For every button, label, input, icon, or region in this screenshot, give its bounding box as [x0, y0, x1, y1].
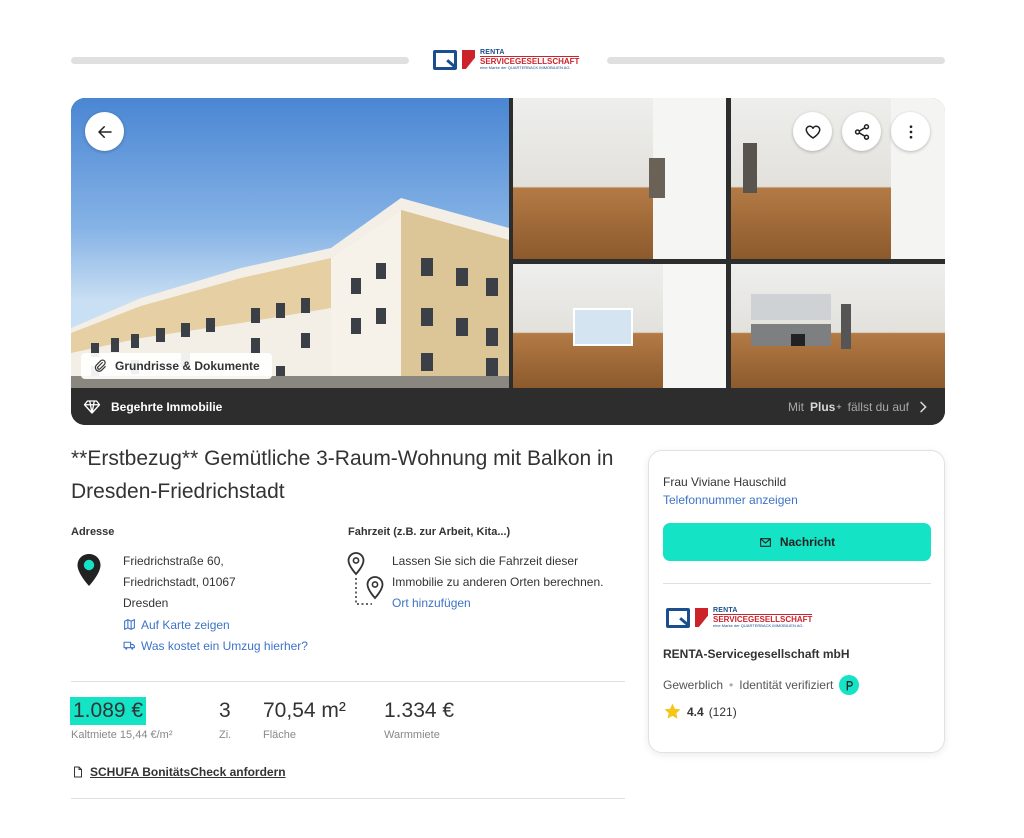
location-pin-icon	[77, 554, 101, 586]
schufa-check-link-label: SCHUFA BonitätsCheck anfordern	[90, 765, 286, 779]
header-placeholder-bar-left	[71, 57, 409, 64]
company-logo-q-icon	[666, 607, 690, 628]
photo-room-3[interactable]	[513, 264, 726, 388]
divider-top	[71, 681, 625, 682]
verified-badge-icon	[839, 675, 860, 695]
message-button-label: Nachricht	[779, 535, 836, 549]
more-vertical-icon	[909, 124, 912, 139]
commute-block: Lassen Sie sich die Fahrzeit dieser Immo…	[392, 551, 603, 614]
plus-brand: Plus	[810, 399, 836, 414]
floorplans-documents-label: Grundrisse & Dokumente	[115, 359, 260, 373]
photo-gallery[interactable]: Grundrisse & Dokumente Begehrte Immobili…	[71, 98, 945, 425]
commute-route-icon	[347, 552, 384, 605]
rooms-label: Zi.	[219, 729, 232, 741]
address-heading: Adresse	[71, 526, 115, 538]
heart-icon	[805, 124, 820, 139]
share-button[interactable]	[842, 112, 881, 151]
rooms-block: 3 Zi.	[219, 697, 231, 741]
logo-text-line1: RENTA	[480, 49, 505, 56]
main-photo-building[interactable]	[71, 98, 509, 388]
premium-badge-bar: Begehrte Immobilie Mit Plus + fällst du a…	[71, 388, 945, 425]
company-logo-flag-icon	[695, 608, 708, 627]
contact-card: Frau Viviane Hauschild Telefonnummer anz…	[648, 450, 945, 753]
renta-logo[interactable]: RENTA SERVICEGESELLSCHAFT eine Marke der…	[433, 49, 580, 70]
contact-name: Frau Viviane Hauschild	[663, 475, 787, 489]
warm-rent-label: Warmmiete	[384, 729, 440, 741]
cold-rent-value: 1.089 €	[70, 697, 147, 725]
cold-rent-per-sqm: Kaltmiete 15,44 €/m²	[71, 729, 173, 741]
address-street: Friedrichstraße 60,	[123, 554, 224, 568]
plus-prefix: Mit	[788, 399, 805, 414]
logo-mark-q-icon	[433, 49, 457, 70]
more-options-button[interactable]	[891, 112, 930, 151]
rating-value: 4.4	[687, 704, 704, 719]
meta-separator: •	[729, 678, 734, 692]
paperclip-icon	[94, 359, 106, 372]
company-name[interactable]: RENTA-Servicegesellschaft mbH	[663, 647, 850, 661]
envelope-icon	[759, 537, 771, 547]
commute-heading: Fahrzeit (z.B. zur Arbeit, Kita...)	[348, 526, 511, 538]
message-button[interactable]: Nachricht	[663, 523, 931, 561]
plus-suffix: fällst du auf	[847, 399, 909, 414]
schufa-check-link[interactable]: SCHUFA BonitätsCheck anfordern	[72, 765, 286, 779]
logo-text-line3: eine Marke der QUARTERBACK IMMOBILIEN AG…	[480, 65, 571, 70]
address-district-zip: Friedrichstadt, 01067	[123, 575, 236, 589]
photo-room-4[interactable]	[731, 264, 945, 388]
listing-title: **Erstbezug** Gemütliche 3-Raum-Wohnung …	[71, 447, 614, 503]
area-label: Fläche	[263, 729, 297, 741]
identity-verified-label: Identität verifiziert	[739, 678, 834, 692]
company-logo-text-line1: RENTA	[713, 607, 738, 614]
address-city: Dresden	[123, 596, 169, 610]
map-icon	[124, 619, 135, 630]
add-location-link[interactable]: Ort hinzufügen	[392, 593, 603, 614]
provider-type: Gewerblich	[663, 678, 724, 692]
warm-rent-block: 1.334 € Warmmiete	[384, 697, 454, 741]
rooms-value: 3	[219, 699, 231, 722]
favorite-button[interactable]	[793, 112, 832, 151]
area-block: 70,54 m² Fläche	[263, 697, 346, 741]
moving-cost-link-label: Was kostet ein Umzug hierher?	[141, 638, 308, 653]
commute-text-line2: Immobilie zu anderen Orten berechnen.	[392, 575, 604, 589]
diamond-icon	[83, 399, 101, 414]
address-block: Friedrichstraße 60, Friedrichstadt, 0106…	[123, 551, 308, 656]
star-icon	[664, 703, 681, 719]
photo-room-1[interactable]	[513, 98, 726, 259]
arrow-left-icon	[97, 125, 112, 138]
show-phone-link[interactable]: Telefonnummer anzeigen	[663, 493, 798, 507]
share-icon	[854, 123, 869, 140]
price-block: 1.089 € Kaltmiete 15,44 €/m²	[70, 697, 173, 741]
logo-flag-icon	[462, 50, 475, 69]
floorplans-documents-button[interactable]: Grundrisse & Dokumente	[81, 353, 272, 379]
area-value: 70,54 m²	[263, 699, 346, 722]
review-count: (121)	[708, 704, 737, 719]
plus-promo-link[interactable]: Mit Plus + fällst du auf	[788, 399, 931, 415]
company-rating[interactable]: 4.4 (121)	[663, 702, 737, 721]
header-placeholder-bar-right	[607, 57, 945, 64]
company-logo[interactable]: RENTA SERVICEGESELLSCHAFT eine Marke der…	[666, 607, 813, 628]
moving-cost-link[interactable]: Was kostet ein Umzug hierher?	[123, 635, 308, 656]
commute-text-line1: Lassen Sie sich die Fahrzeit dieser	[392, 554, 579, 568]
show-map-link[interactable]: Auf Karte zeigen	[123, 614, 308, 635]
back-button[interactable]	[85, 112, 124, 151]
badge-label: Begehrte Immobilie	[111, 399, 223, 414]
truck-icon	[123, 641, 135, 650]
chevron-right-icon	[920, 401, 927, 412]
card-divider	[663, 583, 931, 584]
company-meta: Gewerblich • Identität verifiziert	[663, 675, 860, 695]
show-map-link-label: Auf Karte zeigen	[141, 617, 230, 632]
company-logo-text-line3: eine Marke der QUARTERBACK IMMOBILIEN AG…	[713, 623, 804, 628]
warm-rent-value: 1.334 €	[384, 699, 455, 722]
document-icon	[74, 766, 82, 778]
divider-bottom	[71, 798, 625, 799]
